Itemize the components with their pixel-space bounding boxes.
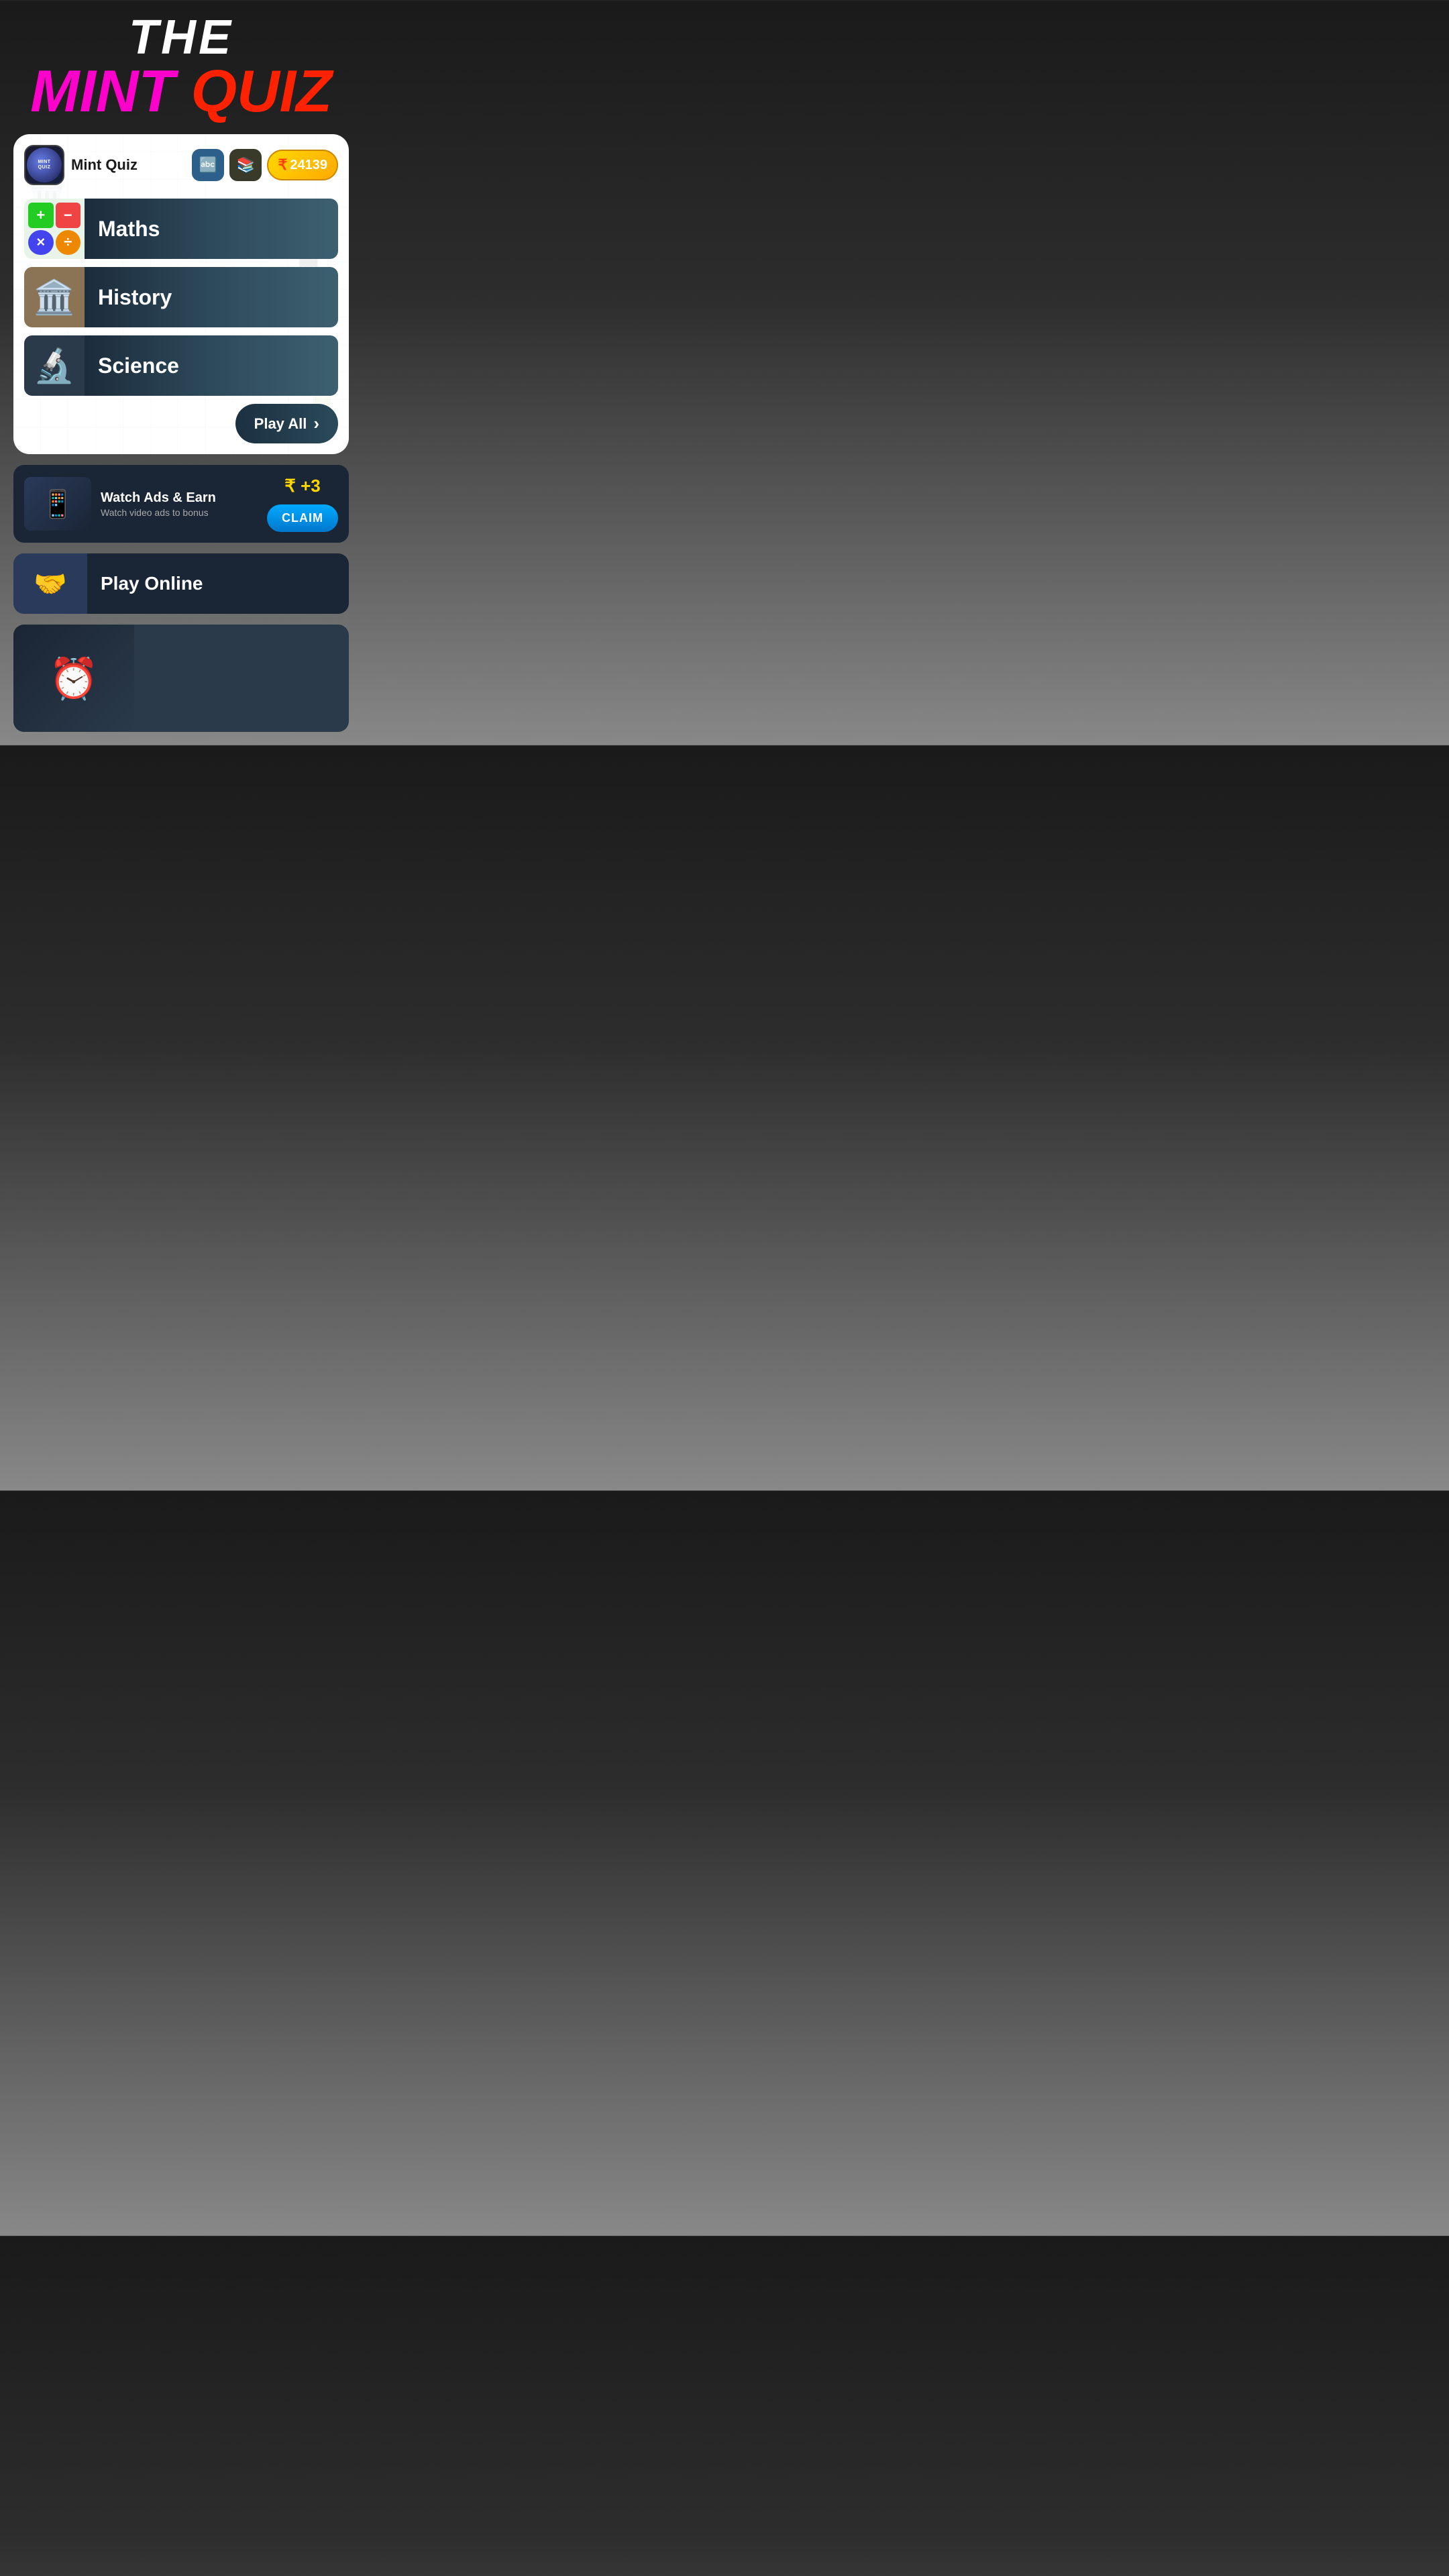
app-header: THE MINT QUIZ — [0, 0, 362, 127]
ads-illustration-icon: 📱 — [41, 488, 74, 520]
ads-reward-amount: ₹ +3 — [284, 476, 320, 496]
ads-content: Watch Ads & Earn Watch video ads to bonu… — [101, 490, 258, 518]
minus-icon: − — [56, 203, 81, 228]
history-label: History — [85, 267, 338, 327]
books-icon: 📚 — [237, 156, 255, 174]
translate-icon: 🔤 — [199, 156, 217, 174]
div-icon: ÷ — [56, 230, 81, 256]
rupee-icon: ₹ — [278, 156, 287, 174]
play-online-thumb: 🤝 — [13, 553, 87, 614]
science-thumb: 🔬 — [24, 335, 85, 396]
category-science[interactable]: 🔬 Science — [24, 335, 338, 396]
ads-card: 📱 Watch Ads & Earn Watch video ads to bo… — [13, 465, 349, 543]
app-card: 🏛️ 📱 ⌨️ 🔋 🖥️ 📦 🏢 📷 MINT QUIZ Mint Quiz 🔤… — [13, 134, 349, 454]
top-bar: MINT QUIZ Mint Quiz 🔤 📚 ₹ 24139 — [24, 145, 338, 185]
science-icon: 🔬 — [34, 346, 75, 386]
science-label-text: Science — [98, 354, 179, 378]
mint-label: MINT — [30, 58, 174, 124]
play-all-arrow: › — [313, 413, 319, 434]
plus-icon: + — [28, 203, 54, 228]
play-all-button[interactable]: Play All › — [235, 404, 338, 443]
topbar-icons: 🔤 📚 ₹ 24139 — [192, 149, 338, 181]
reward-rupee-icon: ₹ — [284, 476, 296, 496]
reward-value: +3 — [301, 476, 321, 496]
maths-thumb: + − × ÷ — [24, 199, 85, 259]
bottom-card-icon: ⏰ — [49, 655, 99, 702]
play-all-label: Play All — [254, 415, 307, 433]
history-label-text: History — [98, 285, 172, 310]
history-icon: 🏛️ — [34, 278, 75, 317]
play-all-container: Play All › — [24, 404, 338, 443]
science-label: Science — [85, 335, 338, 396]
coin-amount: 24139 — [290, 158, 327, 173]
claim-button[interactable]: CLAIM — [267, 504, 338, 532]
history-thumb: 🏛️ — [24, 267, 85, 327]
bottom-card[interactable]: ⏰ — [13, 625, 349, 732]
category-list: + − × ÷ Maths 🏛️ History 🔬 — [24, 199, 338, 396]
maths-label-text: Maths — [98, 217, 160, 241]
bottom-card-thumb: ⏰ — [13, 625, 134, 732]
category-maths[interactable]: + − × ÷ Maths — [24, 199, 338, 259]
play-online-card[interactable]: 🤝 Play Online — [13, 553, 349, 614]
books-button[interactable]: 📚 — [229, 149, 262, 181]
play-online-label: Play Online — [87, 573, 349, 594]
play-online-icon: 🤝 — [34, 568, 67, 600]
the-label: THE — [0, 13, 362, 62]
category-history[interactable]: 🏛️ History — [24, 267, 338, 327]
translate-button[interactable]: 🔤 — [192, 149, 224, 181]
coin-badge: ₹ 24139 — [267, 150, 338, 180]
app-logo-inner: MINT QUIZ — [27, 148, 62, 182]
times-icon: × — [28, 230, 54, 256]
ads-subtitle: Watch video ads to bonus — [101, 507, 258, 518]
app-logo: MINT QUIZ — [24, 145, 64, 185]
mint-quiz-label: MINT QUIZ — [0, 62, 362, 121]
quiz-label: QUIZ — [191, 58, 332, 124]
ads-thumb: 📱 — [24, 477, 91, 531]
ads-title: Watch Ads & Earn — [101, 490, 258, 506]
maths-label: Maths — [85, 199, 338, 259]
app-name: Mint Quiz — [71, 156, 185, 174]
ads-reward-section: ₹ +3 CLAIM — [267, 476, 338, 532]
